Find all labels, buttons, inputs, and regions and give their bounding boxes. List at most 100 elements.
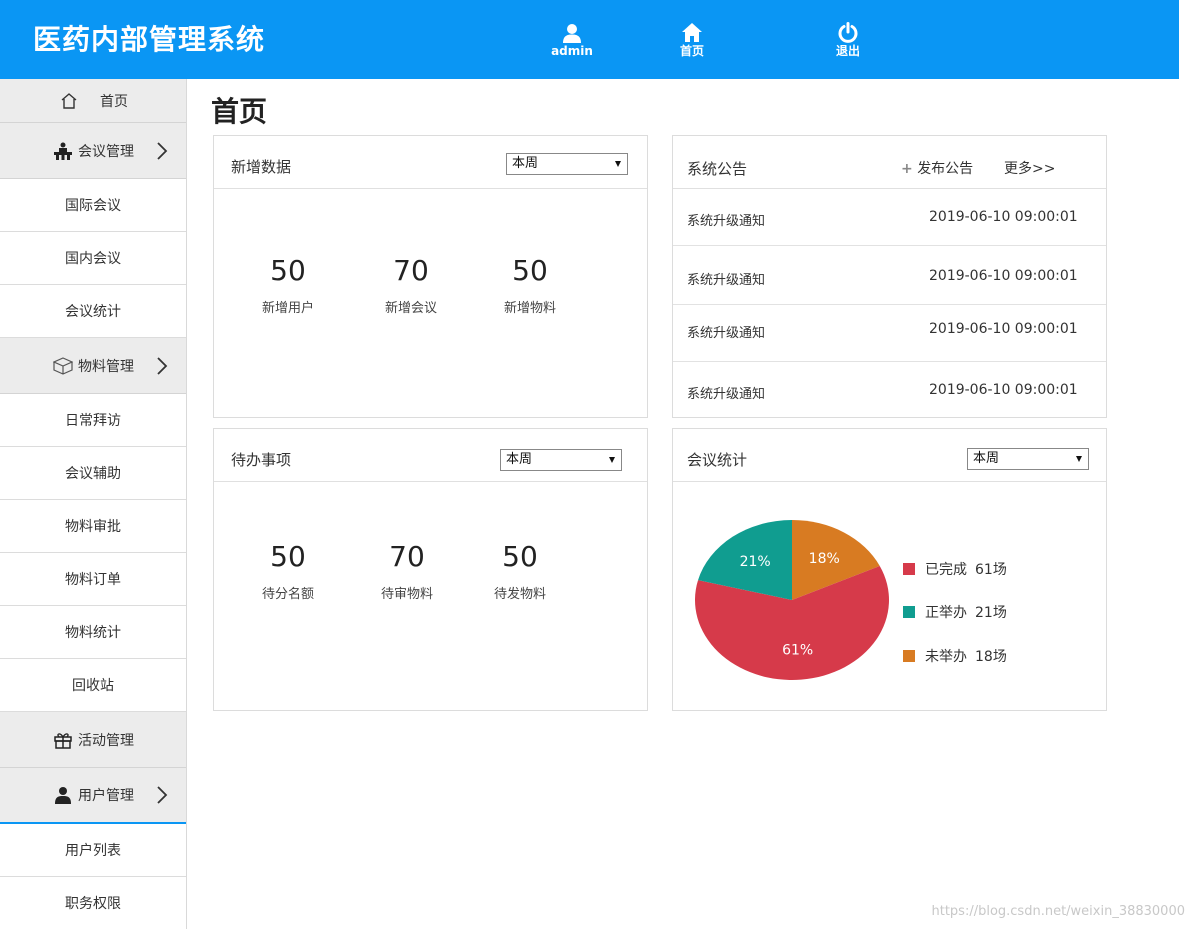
sidebar-item-recycle-bin[interactable]: 回收站 [0,659,186,712]
meeting-icon [52,140,74,162]
sidebar-item-label: 首页 [100,93,128,110]
notice-date: 2019-06-10 09:00:01 [929,321,1078,337]
stat-value: 70 [393,254,429,287]
stat-label: 新增用户 [261,301,314,316]
sidebar-group-material[interactable]: 物料管理 [0,338,186,394]
sidebar-item-material-stats[interactable]: 物料统计 [0,606,186,659]
notice-title-link[interactable]: 系统升级通知 [687,269,765,288]
notice-row: 系统升级通知 2019-06-10 09:00:01 [673,246,1106,305]
stat-new-users: 50 新增用户 [233,254,343,316]
header-logout-button[interactable]: 退出 [818,22,878,58]
sidebar-item-user-list[interactable]: 用户列表 [0,824,186,877]
sidebar-item-role-permissions[interactable]: 职务权限 [0,877,186,929]
legend-value: 18场 [975,649,1007,665]
sidebar-item-domestic-meeting[interactable]: 国内会议 [0,232,186,285]
sidebar-item-label: 会议辅助 [65,466,121,482]
sidebar: 首页 会议管理 国际会议 国内会议 会议统计 物料管理 日常拜访 会议辅助 物料… [0,79,187,929]
sidebar-item-label: 国内会议 [65,251,121,267]
period-select-value: 本周 [973,451,1000,466]
sidebar-item-label: 物料管理 [78,358,134,375]
panel-header: 待办事项 本周 [214,429,647,482]
stat-new-meetings: 70 新增会议 [356,254,466,316]
header-user-label: admin [551,44,593,58]
sidebar-group-activity[interactable]: 活动管理 [0,712,186,768]
gift-icon [52,729,74,751]
header-home-label: 首页 [679,44,704,58]
legend-swatch [903,606,915,618]
legend-value: 21场 [975,605,1007,621]
panel-header: 会议统计 本周 [673,429,1106,482]
dropdown-arrow-icon [615,161,621,167]
sidebar-item-meeting-stats[interactable]: 会议统计 [0,285,186,338]
stat-value: 50 [502,540,538,573]
notice-row: 系统升级通知 2019-06-10 09:00:01 [673,362,1106,419]
sidebar-group-meeting[interactable]: 会议管理 [0,123,186,179]
stat-value: 50 [270,254,306,287]
panel-title: 新增数据 [231,158,292,176]
header-logout-label: 退出 [835,44,860,58]
notice-row: 系统升级通知 2019-06-10 09:00:01 [673,305,1106,362]
top-header: 医药内部管理系统 admin 首页 退出 [0,0,1179,79]
pie-slice-label: 21% [740,554,771,570]
notice-panel: 系统公告 + 发布公告 更多>> 系统升级通知 2019-06-10 09:00… [672,135,1107,418]
sidebar-item-label: 用户列表 [65,843,121,859]
home-icon [662,22,722,44]
stat-label: 待发物料 [493,587,546,602]
sidebar-item-label: 日常拜访 [65,413,121,429]
period-select[interactable]: 本周 [506,153,628,175]
notice-title-link[interactable]: 系统升级通知 [687,383,765,402]
home-outline-icon [58,90,80,112]
notice-row: 系统升级通知 2019-06-10 09:00:01 [673,189,1106,246]
sidebar-item-material-orders[interactable]: 物料订单 [0,553,186,606]
sidebar-item-label: 物料统计 [65,625,121,641]
legend-label: 未举办 [925,649,967,665]
period-select[interactable]: 本周 [500,449,622,471]
more-link[interactable]: 更多>> [1004,158,1055,178]
legend-item: 正举办 21场 [903,602,1007,622]
sidebar-item-daily-visit[interactable]: 日常拜访 [0,394,186,447]
sidebar-item-meeting-assist[interactable]: 会议辅助 [0,447,186,500]
pie-slice-label: 18% [809,551,840,567]
chevron-right-icon [155,140,169,162]
person-icon [52,784,74,806]
legend-swatch [903,563,915,575]
stat-pending-dispatch: 50 待发物料 [465,540,575,602]
dropdown-arrow-icon [1076,456,1082,462]
panel-title: 系统公告 [687,160,748,178]
stat-new-materials: 50 新增物料 [475,254,585,316]
sidebar-item-label: 用户管理 [78,788,134,804]
stat-label: 待分名额 [261,587,314,602]
panel-title: 会议统计 [687,451,748,469]
stat-pending-quota: 50 待分名额 [233,540,343,602]
sidebar-item-material-approval[interactable]: 物料审批 [0,500,186,553]
publish-notice-label: 发布公告 [917,161,974,177]
panel-title: 待办事项 [231,451,292,469]
header-home-button[interactable]: 首页 [662,22,722,58]
legend-item: 未举办 18场 [903,646,1007,666]
legend-label: 已完成 [925,562,967,578]
sidebar-item-label: 国际会议 [65,198,121,214]
sidebar-group-user[interactable]: 用户管理 [0,768,186,824]
panel-header: 系统公告 + 发布公告 更多>> [673,136,1106,189]
publish-notice-button[interactable]: + 发布公告 [901,158,973,178]
sidebar-item-label: 会议管理 [78,143,134,160]
user-icon [542,22,602,44]
sidebar-item-label: 物料审批 [65,519,121,535]
legend-swatch [903,650,915,662]
page-title: 首页 [211,95,268,128]
chevron-right-icon [155,355,169,377]
sidebar-item-international-meeting[interactable]: 国际会议 [0,179,186,232]
legend-value: 61场 [975,562,1007,578]
legend-label: 正举办 [925,605,967,621]
sidebar-item-label: 物料订单 [65,572,121,588]
stat-pending-review: 70 待审物料 [352,540,462,602]
stat-value: 70 [389,540,425,573]
stat-label: 新增会议 [384,301,437,316]
stat-value: 50 [270,540,306,573]
notice-title-link[interactable]: 系统升级通知 [687,210,765,229]
period-select-value: 本周 [512,156,539,171]
sidebar-item-home[interactable]: 首页 [0,79,186,123]
header-user-button[interactable]: admin [542,22,602,58]
period-select[interactable]: 本周 [967,448,1089,470]
notice-title-link[interactable]: 系统升级通知 [687,322,765,341]
